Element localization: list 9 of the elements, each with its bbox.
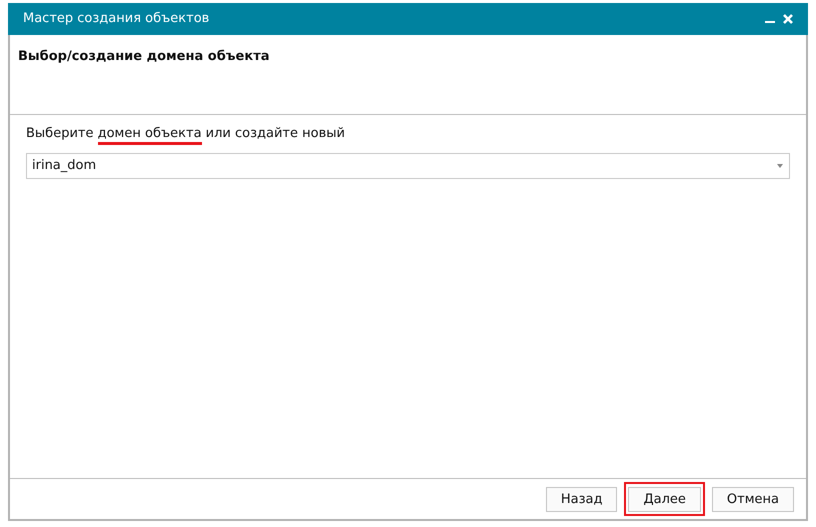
- dialog-button[interactable]: Отмена: [712, 487, 794, 512]
- prompt-text: Выберите домен объекта или создайте новый: [26, 124, 345, 144]
- dropdown-caret-icon: [777, 164, 783, 168]
- domain-select[interactable]: irina_dom: [26, 152, 790, 178]
- window-title: Мастер создания объектов: [23, 10, 210, 28]
- dialog-button[interactable]: Далее: [628, 487, 701, 512]
- dialog-button[interactable]: Назад: [546, 487, 618, 512]
- step-title: Выбор/создание домена объекта: [18, 49, 270, 64]
- close-icon[interactable]: [783, 14, 793, 24]
